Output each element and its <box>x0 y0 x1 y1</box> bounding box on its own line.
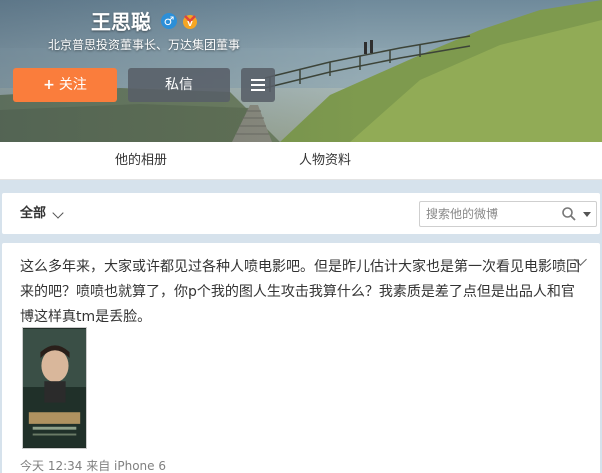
tab-profile-info[interactable]: 人物资料 <box>299 142 351 180</box>
tab-album[interactable]: 他的相册 <box>115 142 167 180</box>
search-icon[interactable] <box>561 206 577 222</box>
svg-text:V: V <box>187 20 193 28</box>
weibo-post: 这么多年来，大家或许都见过各种人喷电影吧。但是昨儿估计大家也是第一次看见电影喷回… <box>2 243 600 473</box>
menu-icon <box>251 79 265 94</box>
post-image-thumbnail[interactable] <box>22 327 87 449</box>
feed-filter-bar: 全部 <box>2 193 600 234</box>
weibo-profile-page: 王思聪 ♂ V 北京普思投资董事长、万达集团董事 + 关注 私信 他的相册 人物资… <box>0 0 602 473</box>
caret-down-icon[interactable] <box>583 212 591 217</box>
filter-all-dropdown[interactable]: 全部 <box>20 193 46 234</box>
profile-name: 王思聪 <box>91 10 151 34</box>
message-button-label: 私信 <box>165 77 193 93</box>
profile-cover: 王思聪 ♂ V 北京普思投资董事长、万达集团董事 + 关注 私信 <box>0 0 602 142</box>
plus-icon: + <box>43 77 55 93</box>
male-gender-icon: ♂ <box>161 13 177 29</box>
post-meta: 今天 12:34 来自 iPhone 6 <box>20 459 166 473</box>
vip-badge-icon[interactable]: V <box>181 12 199 30</box>
search-input[interactable] <box>426 204 556 224</box>
profile-tabs: 他的相册 人物资料 <box>0 142 602 180</box>
post-text: 这么多年来，大家或许都见过各种人喷电影吧。但是昨儿估计大家也是第一次看见电影喷回… <box>20 259 580 325</box>
more-menu-button[interactable] <box>241 68 275 102</box>
message-button[interactable]: 私信 <box>128 68 230 102</box>
follow-button-label: 关注 <box>58 77 87 93</box>
profile-description: 北京普思投资董事长、万达集团董事 <box>48 38 241 52</box>
follow-button[interactable]: + 关注 <box>13 68 117 102</box>
chevron-down-icon[interactable] <box>52 207 64 219</box>
search-box <box>419 201 597 227</box>
